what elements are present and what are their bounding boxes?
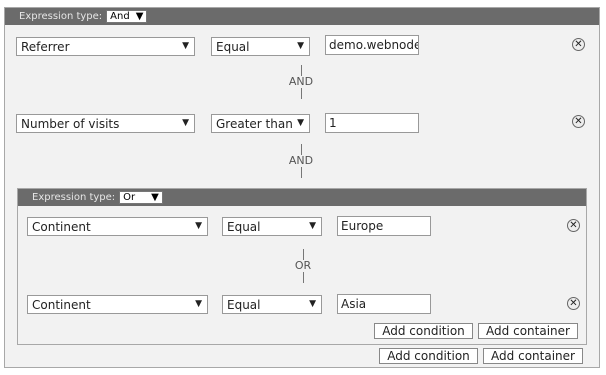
value-input-visits[interactable]: 1 <box>325 113 419 133</box>
outer-expression-type-label: Expression type: <box>19 11 103 22</box>
connector-label: AND <box>288 154 314 167</box>
add-condition-button[interactable]: Add condition <box>379 348 478 364</box>
inner-expression-type-label: Expression type: <box>32 192 116 203</box>
field-select-value: Referrer <box>21 39 70 54</box>
value-input-continent-1[interactable]: Europe <box>337 216 431 236</box>
outer-expression-container: Expression type: And ▼ Referrer ▼ Equal ▼ … <box>4 7 600 368</box>
operator-select-visits[interactable]: Greater than ▼ <box>211 114 310 133</box>
field-select-value: Continent <box>32 297 91 312</box>
triangle-down-icon: ▼ <box>297 118 304 128</box>
operator-select-value: Greater than <box>216 116 293 131</box>
field-select-value: Continent <box>32 219 91 234</box>
triangle-down-icon: ▼ <box>151 192 159 203</box>
add-container-button[interactable]: Add container <box>478 323 578 339</box>
close-circle-icon[interactable]: ✕ <box>572 115 585 128</box>
and-connector: AND <box>281 65 321 99</box>
triangle-down-icon: ▼ <box>135 11 144 22</box>
add-container-button[interactable]: Add container <box>483 348 583 364</box>
field-select-value: Number of visits <box>21 116 120 131</box>
value-input-referrer[interactable]: demo.webnodes <box>325 35 419 55</box>
add-condition-button[interactable]: Add condition <box>374 323 473 339</box>
inner-expression-header: Expression type: Or ▼ <box>18 189 586 206</box>
operator-select-value: Equal <box>227 219 261 234</box>
close-circle-icon[interactable]: ✕ <box>572 38 585 51</box>
connector-line <box>302 272 304 283</box>
value-input-continent-2[interactable]: Asia <box>337 294 431 314</box>
field-select-continent-2[interactable]: Continent ▼ <box>27 295 208 314</box>
triangle-down-icon: ▼ <box>195 299 202 309</box>
connector-line <box>300 167 302 178</box>
operator-select-value: Equal <box>227 297 261 312</box>
outer-expression-type-value: And <box>110 11 130 22</box>
close-circle-icon[interactable]: ✕ <box>567 219 580 232</box>
connector-label: AND <box>288 75 314 88</box>
triangle-down-icon: ▼ <box>309 221 316 231</box>
operator-select-value: Equal <box>216 39 250 54</box>
connector-line <box>300 88 302 99</box>
outer-expression-header: Expression type: And ▼ <box>5 8 599 25</box>
triangle-down-icon: ▼ <box>182 41 189 51</box>
triangle-down-icon: ▼ <box>195 221 202 231</box>
operator-select-continent-2[interactable]: Equal ▼ <box>222 295 322 314</box>
connector-label: OR <box>294 259 312 272</box>
field-select-referrer[interactable]: Referrer ▼ <box>16 37 195 56</box>
outer-expression-type-select[interactable]: And ▼ <box>106 10 148 23</box>
inner-expression-container: Expression type: Or ▼ Continent ▼ Equal ▼ … <box>17 188 587 345</box>
triangle-down-icon: ▼ <box>182 118 189 128</box>
field-select-continent-1[interactable]: Continent ▼ <box>27 217 208 236</box>
or-connector: OR <box>283 249 323 283</box>
inner-expression-type-value: Or <box>123 192 136 203</box>
close-circle-icon[interactable]: ✕ <box>567 297 580 310</box>
triangle-down-icon: ▼ <box>297 41 304 51</box>
inner-expression-type-select[interactable]: Or ▼ <box>119 191 163 204</box>
operator-select-continent-1[interactable]: Equal ▼ <box>222 217 322 236</box>
and-connector: AND <box>281 144 321 178</box>
operator-select-referrer[interactable]: Equal ▼ <box>211 37 310 56</box>
triangle-down-icon: ▼ <box>309 299 316 309</box>
field-select-visits[interactable]: Number of visits ▼ <box>16 114 195 133</box>
